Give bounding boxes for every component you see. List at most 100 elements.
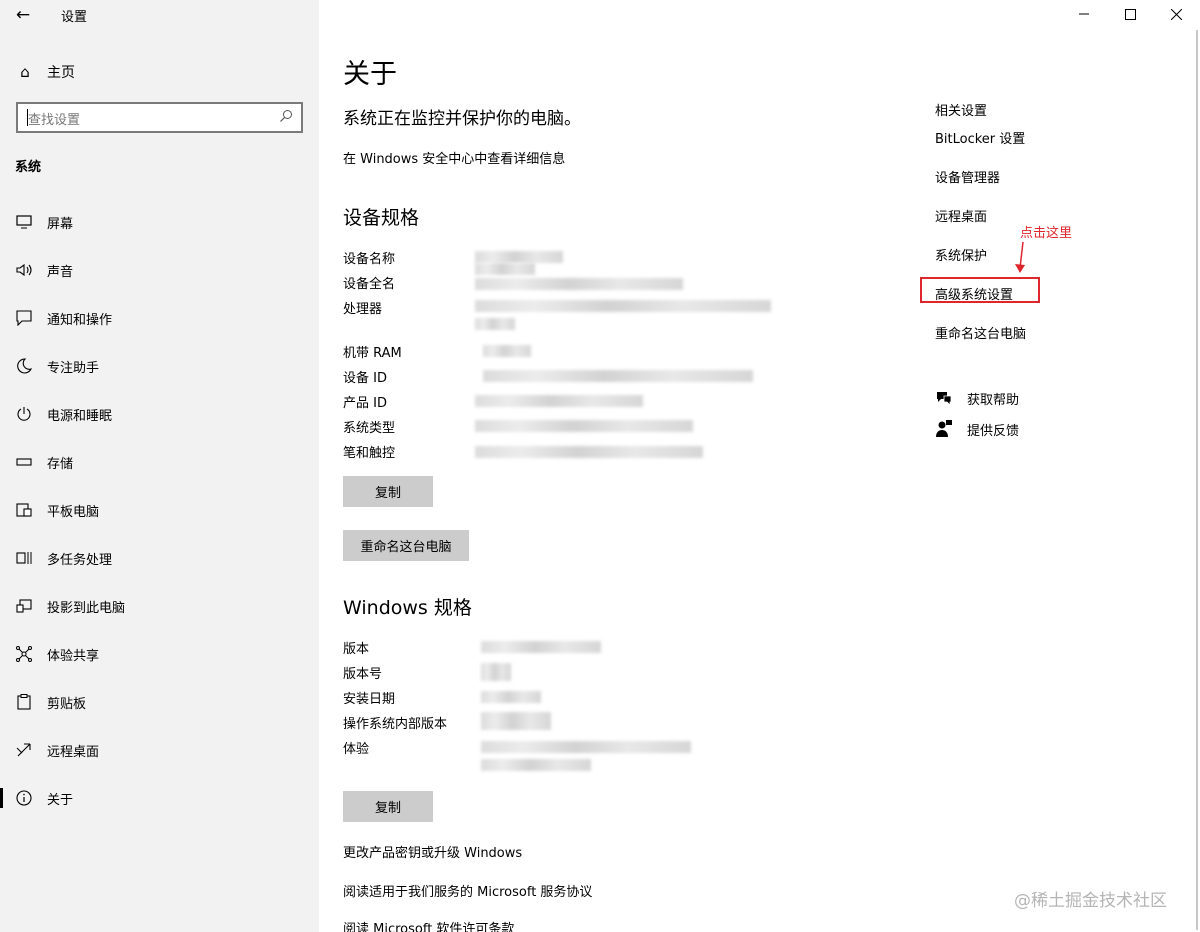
spec-label-pen-touch: 笔和触控 <box>343 446 396 461</box>
system-protection-link[interactable]: 系统保护 <box>935 245 987 264</box>
remote-desktop-icon <box>15 741 33 759</box>
clipboard-icon <box>15 693 33 711</box>
highlight-box <box>920 277 1040 303</box>
security-center-link[interactable]: 在 Windows 安全中心中查看详细信息 <box>343 148 565 167</box>
spec-label-device-name: 设备名称 <box>343 252 396 267</box>
redacted-value <box>475 318 515 330</box>
win-label-experience: 体验 <box>343 742 370 757</box>
sidebar-item-label: 关于 <box>47 792 74 808</box>
sidebar-item-shared-experiences[interactable]: 体验共享 <box>0 630 319 678</box>
sidebar-item-label: 声音 <box>47 264 74 280</box>
redacted-value <box>481 759 591 771</box>
speaker-icon <box>15 261 33 279</box>
spec-label-processor: 处理器 <box>343 302 383 317</box>
bitlocker-settings-link[interactable]: BitLocker 设置 <box>935 128 1025 147</box>
back-arrow-icon[interactable]: ← <box>10 4 36 26</box>
sidebar-item-label: 电源和睡眠 <box>47 408 113 424</box>
scrollbar[interactable] <box>1196 30 1198 930</box>
sidebar-item-sound[interactable]: 声音 <box>0 246 319 294</box>
sidebar-item-label: 平板电脑 <box>47 504 100 520</box>
project-icon <box>15 597 33 615</box>
spec-label-device-id: 设备 ID <box>343 371 387 386</box>
sidebar-item-label: 剪贴板 <box>47 696 87 712</box>
copy-windows-specs-button[interactable]: 复制 <box>343 791 433 822</box>
chat-help-icon <box>935 390 953 406</box>
sidebar: ← 设置 ⌂ 主页 查找设置 系统 屏幕 声音 通知和操作 专注助手 电源和睡眠… <box>0 0 319 932</box>
get-help-link[interactable]: 获取帮助 <box>935 387 1019 409</box>
get-help-label: 获取帮助 <box>967 392 1020 408</box>
feedback-person-icon <box>935 420 953 438</box>
sidebar-nav: 屏幕 声音 通知和操作 专注助手 电源和睡眠 存储 平板电脑 多任务处理 投影到… <box>0 198 319 822</box>
display-icon <box>15 213 33 231</box>
sidebar-item-label: 屏幕 <box>47 216 74 232</box>
rename-this-pc-link[interactable]: 重命名这台电脑 <box>935 323 1026 342</box>
maximize-button[interactable] <box>1107 0 1153 28</box>
tablet-icon <box>15 501 33 519</box>
search-placeholder: 查找设置 <box>28 113 81 128</box>
related-settings-heading: 相关设置 <box>935 104 988 119</box>
storage-icon <box>15 453 33 471</box>
redacted-value <box>475 263 535 275</box>
sidebar-item-project[interactable]: 投影到此电脑 <box>0 582 319 630</box>
redacted-value <box>475 251 563 263</box>
redacted-value <box>481 741 691 753</box>
sidebar-item-label: 远程桌面 <box>47 744 100 760</box>
page-title: 关于 <box>343 59 397 90</box>
sidebar-item-notifications[interactable]: 通知和操作 <box>0 294 319 342</box>
protection-status: 系统正在监控并保护你的电脑。 <box>343 109 581 129</box>
change-product-key-link[interactable]: 更改产品密钥或升级 Windows <box>343 842 522 861</box>
remote-desktop-link[interactable]: 远程桌面 <box>935 206 987 225</box>
home-nav[interactable]: ⌂ 主页 <box>15 61 75 83</box>
give-feedback-link[interactable]: 提供反馈 <box>935 418 1019 440</box>
section-heading-system: 系统 <box>15 160 42 175</box>
search-input[interactable]: 查找设置 <box>16 102 303 133</box>
sidebar-item-clipboard[interactable]: 剪贴板 <box>0 678 319 726</box>
redacted-value <box>481 663 511 681</box>
share-icon <box>15 645 33 663</box>
sidebar-item-tablet[interactable]: 平板电脑 <box>0 486 319 534</box>
sidebar-item-display[interactable]: 屏幕 <box>0 198 319 246</box>
spec-label-product-id: 产品 ID <box>343 396 387 411</box>
redacted-value <box>475 420 693 432</box>
app-title: 设置 <box>61 10 88 25</box>
redacted-value <box>483 345 531 357</box>
services-agreement-link[interactable]: 阅读适用于我们服务的 Microsoft 服务协议 <box>343 881 592 900</box>
watermark: @稀土掘金技术社区 <box>1014 891 1167 911</box>
power-icon <box>15 405 33 423</box>
spec-label-ram: 机带 RAM <box>343 346 402 361</box>
close-button[interactable] <box>1153 0 1199 28</box>
annotation-text: 点击这里 <box>1020 226 1073 241</box>
redacted-value <box>475 278 683 290</box>
sidebar-item-multitasking[interactable]: 多任务处理 <box>0 534 319 582</box>
spec-label-full-name: 设备全名 <box>343 277 396 292</box>
device-manager-link[interactable]: 设备管理器 <box>935 167 1000 186</box>
sidebar-item-power[interactable]: 电源和睡眠 <box>0 390 319 438</box>
sidebar-item-label: 体验共享 <box>47 648 100 664</box>
home-label: 主页 <box>47 65 75 81</box>
minimize-button[interactable] <box>1061 0 1107 28</box>
rename-pc-button[interactable]: 重命名这台电脑 <box>343 530 469 561</box>
sidebar-item-about[interactable]: 关于 <box>0 774 319 822</box>
info-icon <box>15 789 33 807</box>
redacted-value <box>483 370 753 382</box>
moon-icon <box>15 357 33 375</box>
notification-icon <box>15 309 33 327</box>
win-label-edition: 版本 <box>343 642 370 657</box>
spec-label-system-type: 系统类型 <box>343 421 396 436</box>
annotation-arrow-icon <box>1015 241 1025 273</box>
sidebar-item-storage[interactable]: 存储 <box>0 438 319 486</box>
win-label-version: 版本号 <box>343 667 383 682</box>
win-label-os-build: 操作系统内部版本 <box>343 717 448 732</box>
home-icon: ⌂ <box>20 63 30 81</box>
redacted-value <box>475 300 771 312</box>
license-terms-link[interactable]: 阅读 Microsoft 软件许可条款 <box>343 918 514 932</box>
sidebar-item-focus-assist[interactable]: 专注助手 <box>0 342 319 390</box>
sidebar-item-label: 多任务处理 <box>47 552 113 568</box>
sidebar-item-label: 存储 <box>47 456 74 472</box>
sidebar-item-remote-desktop[interactable]: 远程桌面 <box>0 726 319 774</box>
sidebar-item-label: 专注助手 <box>47 360 100 376</box>
copy-device-specs-button[interactable]: 复制 <box>343 476 433 507</box>
redacted-value <box>481 641 601 653</box>
device-specs-heading: 设备规格 <box>343 207 420 229</box>
sidebar-item-label: 通知和操作 <box>47 312 113 328</box>
